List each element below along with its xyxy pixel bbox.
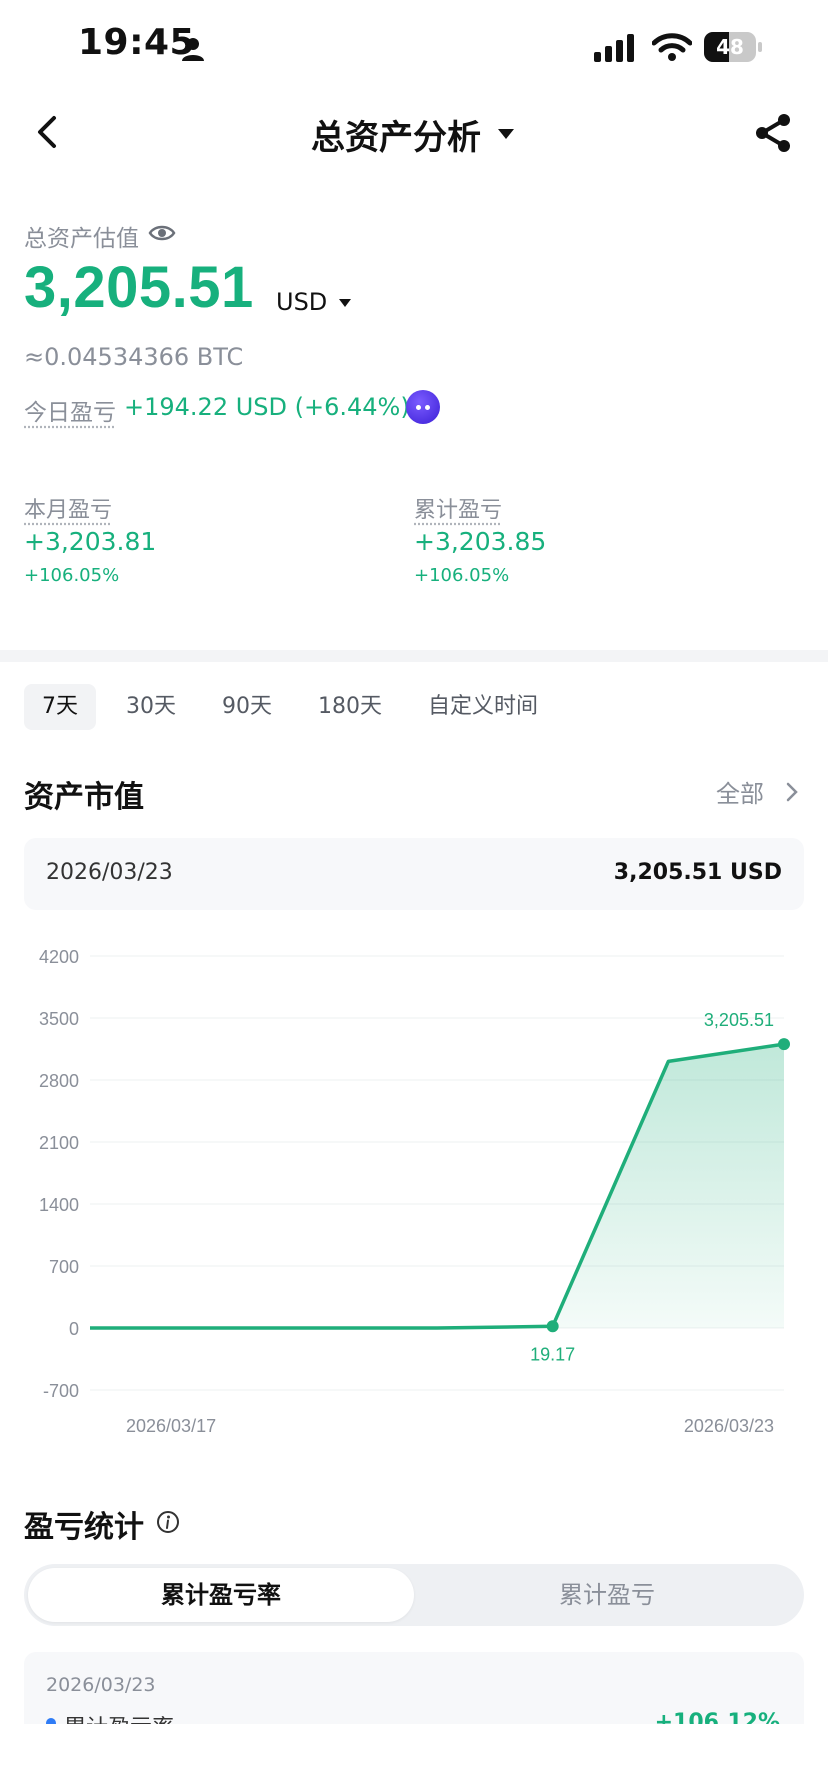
total-pnl-value: +3,203.85 [414, 527, 547, 556]
tab-cumulative-rate[interactable]: 累计盈亏率 [28, 1568, 414, 1622]
total-asset-value: 3,205.51 [24, 255, 254, 320]
pnl-date: 2026/03/23 [46, 1674, 156, 1696]
area-fill [90, 1044, 784, 1328]
range-tab-30d[interactable]: 30天 [108, 684, 194, 730]
range-tab-180d[interactable]: 180天 [300, 684, 400, 730]
info-icon[interactable] [156, 1510, 180, 1534]
y-tick-label: -700 [43, 1381, 79, 1401]
pnl-stats-title: 盈亏统计 [24, 1510, 144, 1545]
person-icon [182, 38, 204, 61]
pnl-detail-card: 2026/03/23 累计盈亏率 +106.12% [24, 1652, 804, 1724]
total-pnl-percent: +106.05% [414, 565, 510, 586]
assistant-bot-icon[interactable] [406, 390, 440, 424]
total-asset-label: 总资产估值 [24, 226, 139, 252]
btc-equivalent: ≈0.04534366 BTC [24, 343, 244, 371]
all-link[interactable]: 全部 [716, 774, 764, 809]
y-tick-label: 2800 [39, 1071, 79, 1091]
section-divider [0, 650, 828, 662]
share-icon[interactable] [752, 112, 794, 154]
y-tick-label: 700 [49, 1257, 79, 1277]
y-tick-label: 0 [69, 1319, 79, 1339]
pnl-segmented-control: 累计盈亏率 累计盈亏 [24, 1564, 804, 1626]
month-pnl-value: +3,203.81 [24, 527, 157, 556]
asset-value-title: 资产市值 [24, 780, 144, 815]
cellular-signal-icon [594, 34, 634, 62]
y-tick-label: 4200 [39, 947, 79, 967]
selected-date: 2026/03/23 [46, 860, 173, 885]
range-tab-custom[interactable]: 自定义时间 [410, 684, 556, 730]
today-pnl-label[interactable]: 今日盈亏 [24, 393, 116, 427]
bottom-safe-area [0, 1724, 828, 1792]
currency-selector[interactable]: USD [276, 288, 327, 316]
data-point [546, 1320, 559, 1333]
data-label: 3,205.51 [704, 1010, 774, 1030]
y-tick-label: 1400 [39, 1195, 79, 1215]
status-time: 19:45 [78, 22, 196, 63]
range-tab-7d[interactable]: 7天 [24, 684, 96, 730]
selected-value: 3,205.51 USD [613, 860, 782, 885]
page-title-text: 总资产分析 [311, 118, 481, 158]
chevron-right-icon[interactable] [786, 782, 798, 802]
range-tab-90d[interactable]: 90天 [204, 684, 290, 730]
pnl-row-label: 累计盈亏率 [64, 1710, 174, 1724]
total-pnl-label[interactable]: 累计盈亏 [414, 492, 502, 524]
pnl-row-value: +106.12% [654, 1710, 780, 1724]
month-pnl-percent: +106.05% [24, 565, 120, 586]
eye-icon[interactable] [148, 223, 176, 243]
currency-caret-icon[interactable] [338, 298, 352, 308]
wifi-icon [652, 33, 692, 61]
page-title[interactable]: 总资产分析 [0, 110, 828, 159]
battery-level: 48 [716, 35, 744, 59]
selected-point-box: 2026/03/23 3,205.51 USD [24, 838, 804, 910]
y-tick-label: 3500 [39, 1009, 79, 1029]
tab-cumulative-pnl[interactable]: 累计盈亏 [414, 1568, 800, 1622]
month-pnl-label[interactable]: 本月盈亏 [24, 492, 112, 524]
x-tick-label: 2026/03/23 [684, 1416, 774, 1436]
data-label: 19.17 [530, 1344, 575, 1364]
asset-value-chart[interactable]: 4200 3500 2800 2100 1400 700 0 -700 3,205.51 19.1… [24, 930, 804, 1450]
data-point [778, 1038, 790, 1051]
x-tick-label: 2026/03/17 [126, 1416, 216, 1436]
y-tick-label: 2100 [39, 1133, 79, 1153]
today-pnl-value: +194.22 USD (+6.44%) [124, 393, 410, 421]
battery-icon: 48 [704, 32, 762, 62]
title-dropdown-caret-icon[interactable] [496, 128, 516, 140]
